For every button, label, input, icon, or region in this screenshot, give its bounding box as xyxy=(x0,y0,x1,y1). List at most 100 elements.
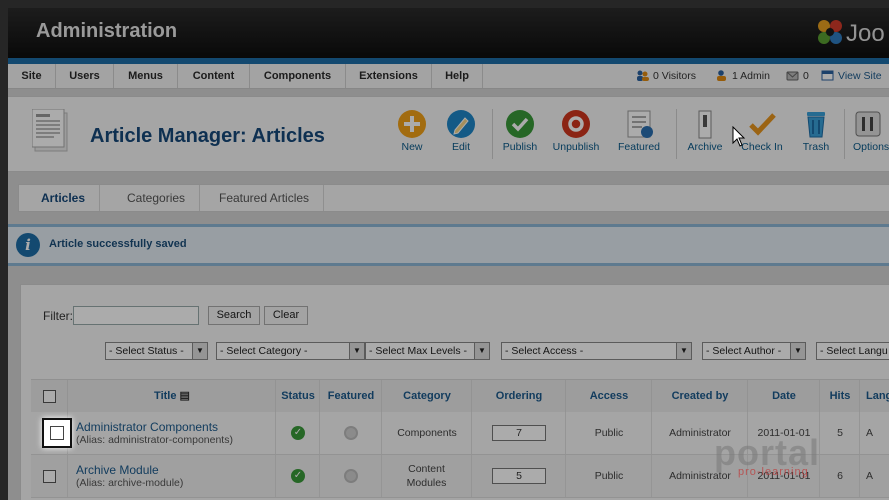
featured-button[interactable]: Featured xyxy=(611,105,667,165)
menu-extensions[interactable]: Extensions xyxy=(346,64,432,88)
col-language[interactable]: Langu xyxy=(859,380,889,412)
view-site-icon xyxy=(821,70,834,81)
not-featured-icon[interactable] xyxy=(344,426,358,440)
access-cell: Public xyxy=(565,412,652,454)
new-label: New xyxy=(401,141,423,153)
publish-label: Publish xyxy=(502,141,538,153)
author-select-value: - Select Author - xyxy=(706,345,782,357)
new-button[interactable]: New xyxy=(384,105,440,165)
col-status[interactable]: Status xyxy=(275,380,320,412)
article-manager-icon xyxy=(32,109,68,152)
menu-help[interactable]: Help xyxy=(432,64,483,88)
dropdown-arrow-icon: ▼ xyxy=(474,343,489,359)
category-cell: Components xyxy=(381,412,472,454)
page-title: Article Manager: Articles xyxy=(90,125,325,147)
view-site-link[interactable]: View Site xyxy=(821,64,882,88)
table-header: Title ▤ Status Featured Category Orderin… xyxy=(31,379,889,413)
published-icon[interactable]: ✓ xyxy=(291,426,305,440)
status-cell: ✓ xyxy=(275,455,320,497)
category-cell: Content Modules xyxy=(381,455,471,497)
col-title-label: Title xyxy=(154,390,177,402)
header-bar: Administration Joo xyxy=(8,8,889,58)
status-select[interactable]: - Select Status - ▼ xyxy=(105,342,208,360)
search-button[interactable]: Search xyxy=(208,306,260,325)
trash-label: Trash xyxy=(802,141,830,153)
col-date[interactable]: Date xyxy=(747,380,820,412)
language-select[interactable]: - Select Langu xyxy=(816,342,889,360)
featured-icon xyxy=(627,110,653,138)
visitors-status[interactable]: 0 Visitors xyxy=(636,64,696,88)
filter-input[interactable] xyxy=(73,306,199,325)
col-ordering[interactable]: Ordering xyxy=(471,380,566,412)
visitors-icon xyxy=(637,70,649,81)
access-select-value: - Select Access - xyxy=(505,345,584,357)
dropdown-arrow-icon: ▼ xyxy=(192,343,207,359)
language-cell: A xyxy=(859,455,889,497)
dropdown-arrow-icon: ▼ xyxy=(349,343,364,359)
hits-cell: 6 xyxy=(819,455,860,497)
archive-icon xyxy=(698,110,712,139)
trash-button[interactable]: Trash xyxy=(788,105,844,165)
title-cell: Administrator Components (Alias: adminis… xyxy=(67,412,275,454)
joomla-logo-icon xyxy=(818,20,842,44)
article-title-link[interactable]: Administrator Components xyxy=(76,420,218,434)
ordering-cell: 5 xyxy=(471,455,566,497)
col-title[interactable]: Title ▤ xyxy=(67,380,276,412)
options-button[interactable]: Options xyxy=(845,105,889,165)
unpublish-label: Unpublish xyxy=(552,141,600,153)
col-category[interactable]: Category xyxy=(381,380,472,412)
info-icon: i xyxy=(16,233,40,257)
menu-menus[interactable]: Menus xyxy=(114,64,178,88)
category-select[interactable]: - Select Category - ▼ xyxy=(216,342,365,360)
dropdown-arrow-icon: ▼ xyxy=(676,343,691,359)
access-select[interactable]: - Select Access - ▼ xyxy=(501,342,692,360)
check-icon xyxy=(506,110,534,138)
menu-bar: Site Users Menus Content Components Exte… xyxy=(8,64,889,89)
filter-label: Filter: xyxy=(43,309,73,323)
access-cell: Public xyxy=(565,455,652,497)
col-created-by[interactable]: Created by xyxy=(651,380,748,412)
col-hits[interactable]: Hits xyxy=(819,380,860,412)
unpublish-icon xyxy=(562,110,590,138)
col-access[interactable]: Access xyxy=(565,380,652,412)
highlighted-row-checkbox[interactable] xyxy=(42,418,72,448)
message-text: Article successfully saved xyxy=(49,238,187,250)
submenu-tabs: Articles Categories Featured Articles xyxy=(18,184,889,212)
max-levels-select[interactable]: - Select Max Levels - ▼ xyxy=(365,342,490,360)
tab-articles[interactable]: Articles xyxy=(27,185,101,211)
title-cell: Archive Module (Alias: archive-module) xyxy=(67,455,275,497)
menu-content[interactable]: Content xyxy=(178,64,250,88)
not-featured-icon[interactable] xyxy=(344,469,358,483)
publish-button[interactable]: Publish xyxy=(492,105,548,165)
edit-button[interactable]: Edit xyxy=(433,105,489,165)
published-icon[interactable]: ✓ xyxy=(291,469,305,483)
select-all-checkbox[interactable] xyxy=(42,390,56,403)
menu-users[interactable]: Users xyxy=(56,64,114,88)
ordering-input[interactable]: 7 xyxy=(492,425,546,441)
featured-cell xyxy=(319,455,382,497)
article-title-link[interactable]: Archive Module xyxy=(76,463,159,477)
unpublish-button[interactable]: Unpublish xyxy=(548,105,604,165)
archive-button[interactable]: Archive xyxy=(677,105,733,165)
toolbar: Article Manager: Articles New Edit Publi… xyxy=(8,96,889,172)
tab-featured-articles[interactable]: Featured Articles xyxy=(205,185,325,211)
ordering-cell: 7 xyxy=(471,412,566,454)
featured-label: Featured xyxy=(617,141,661,153)
clear-button[interactable]: Clear xyxy=(264,306,308,325)
visitors-label: 0 Visitors xyxy=(653,70,696,82)
col-featured[interactable]: Featured xyxy=(319,380,382,412)
mouse-cursor-icon xyxy=(732,126,746,147)
system-message: i Article successfully saved xyxy=(8,224,889,266)
row-checkbox[interactable] xyxy=(42,469,56,483)
trash-icon xyxy=(807,112,825,138)
tab-categories[interactable]: Categories xyxy=(113,185,201,211)
ordering-input[interactable]: 5 xyxy=(492,468,546,484)
admins-status[interactable]: 1 Admin xyxy=(715,64,770,88)
messages-status[interactable]: 0 xyxy=(786,64,809,88)
article-alias: (Alias: administrator-components) xyxy=(76,434,233,446)
menu-site[interactable]: Site xyxy=(8,64,56,88)
edit-label: Edit xyxy=(451,141,471,153)
author-select[interactable]: - Select Author - ▼ xyxy=(702,342,806,360)
language-cell: A xyxy=(859,412,889,454)
menu-components[interactable]: Components xyxy=(250,64,346,88)
